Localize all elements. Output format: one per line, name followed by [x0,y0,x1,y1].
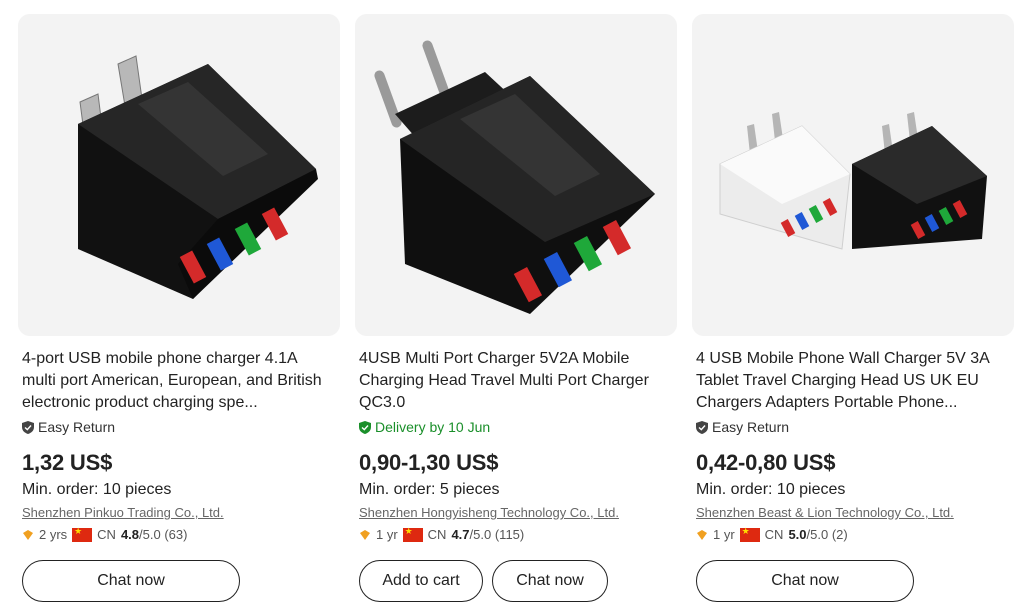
usb-charger-icon [692,14,1014,336]
badge-text: Delivery by 10 Jun [375,419,491,435]
min-order: Min. order: 10 pieces [22,481,172,498]
rating-value: 4.8 [120,527,140,542]
shield-check-icon [696,420,708,434]
china-flag-icon [739,526,760,542]
min-order: Min. order: 10 pieces [696,481,846,498]
card-actions: Chat now [692,560,1014,602]
chat-now-button[interactable]: Chat now [696,560,914,602]
usb-charger-icon [355,14,677,336]
product-price: 0,42-0,80 US$ [696,450,836,475]
supplier-meta: 2 yrs CN 4.8/5.0 (63) [18,526,340,542]
badge-text: Easy Return [712,419,790,435]
gold-supplier-icon [23,529,33,540]
review-count: (63) [164,527,188,542]
badge-text: Easy Return [38,419,116,435]
rating-value: 4.7 [451,527,470,542]
easy-return-badge: Easy Return [18,417,340,437]
rating-value: 5.0 [788,527,807,542]
product-image[interactable] [18,14,340,336]
product-image[interactable] [355,14,677,336]
product-price: 0,90-1,30 US$ [359,450,499,475]
product-card[interactable]: 4-port USB mobile phone charger 4.1A mul… [18,14,340,602]
card-actions: Add to cart Chat now [355,560,677,602]
china-flag-icon [72,526,93,542]
supplier-link[interactable]: Shenzhen Pinkuo Trading Co., Ltd. [18,505,340,520]
review-count: (2) [831,527,848,542]
gold-supplier-icon [697,529,707,540]
china-flag-icon [402,526,423,542]
product-grid: 4-port USB mobile phone charger 4.1A mul… [0,0,1024,602]
product-card[interactable]: 4 USB Mobile Phone Wall Charger 5V 3A Ta… [692,14,1014,602]
supplier-years: 1 yr [713,527,735,542]
product-image[interactable] [692,14,1014,336]
review-count: (115) [494,527,525,542]
supplier-country: CN [97,527,116,542]
supplier-meta: 1 yr CN 5.0/5.0 (2) [692,526,1014,542]
supplier-link[interactable]: Shenzhen Beast & Lion Technology Co., Lt… [692,505,1014,520]
shield-check-icon [22,420,34,434]
supplier-meta: 1 yr CN 4.7/5.0 (115) [355,526,677,542]
chat-now-button[interactable]: Chat now [492,560,608,602]
easy-return-badge: Easy Return [692,417,1014,437]
delivery-badge: Delivery by 10 Jun [355,417,677,437]
product-title[interactable]: 4USB Multi Port Charger 5V2A Mobile Char… [355,348,677,414]
supplier-country: CN [764,527,784,542]
gold-supplier-icon [360,529,370,540]
usb-charger-icon [18,14,340,336]
add-to-cart-button[interactable]: Add to cart [359,560,483,602]
supplier-years: 1 yr [376,527,398,542]
product-card[interactable]: 4USB Multi Port Charger 5V2A Mobile Char… [355,14,677,602]
supplier-country: CN [427,527,447,542]
product-price: 1,32 US$ [22,450,113,475]
rating-max: /5.0 [139,527,161,542]
min-order: Min. order: 5 pieces [359,481,500,498]
card-actions: Chat now [18,560,340,602]
product-title[interactable]: 4-port USB mobile phone charger 4.1A mul… [18,348,340,414]
shield-check-icon [359,420,371,434]
supplier-years: 2 yrs [39,527,68,542]
chat-now-button[interactable]: Chat now [22,560,240,602]
rating-max: /5.0 [469,527,492,542]
product-title[interactable]: 4 USB Mobile Phone Wall Charger 5V 3A Ta… [692,348,1014,414]
supplier-link[interactable]: Shenzhen Hongyisheng Technology Co., Ltd… [355,505,677,520]
rating-max: /5.0 [806,527,829,542]
